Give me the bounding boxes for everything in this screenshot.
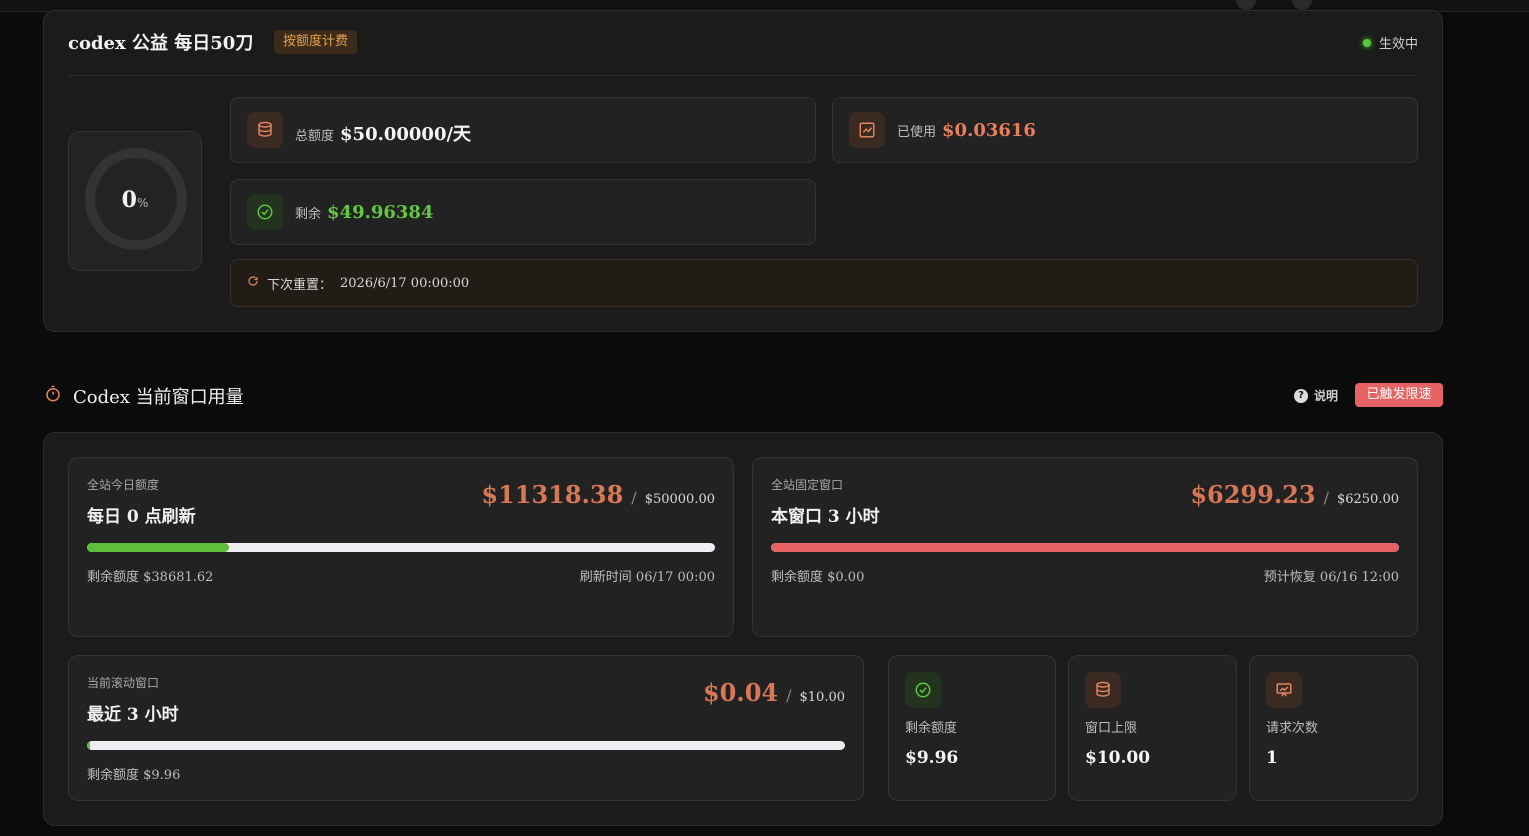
- refresh-icon: [247, 275, 259, 291]
- daily-remaining: 剩余额度 $38681.62: [87, 570, 214, 585]
- usage-percent: 0%: [121, 187, 149, 213]
- presentation-chart-icon: [1266, 672, 1302, 708]
- daily-quota-card: 全站今日额度 每日 0 点刷新 $11318.38 / $50000.00 剩余…: [68, 457, 734, 637]
- rolling-progress-bar: [87, 741, 845, 750]
- rolling-remaining: 剩余额度 $9.96: [87, 768, 181, 783]
- daily-used: $11318.38: [481, 480, 624, 509]
- total-quota-value: $50.00000/天: [340, 124, 472, 145]
- reset-label: 下次重置：: [267, 277, 333, 293]
- mini-stat-value: $9.96: [905, 748, 959, 768]
- check-circle-icon: [247, 194, 283, 230]
- mini-stat-value: $10.00: [1085, 748, 1151, 768]
- database-icon: [1085, 672, 1121, 708]
- rolling-total: $10.00: [799, 690, 846, 705]
- mini-stat-remaining: 剩余额度 $9.96: [888, 655, 1056, 801]
- help-button[interactable]: ? 说明: [1294, 387, 1338, 404]
- avatar[interactable]: [1236, 0, 1256, 10]
- help-label: 说明: [1314, 389, 1339, 403]
- fixed-total: $6250.00: [1336, 492, 1399, 507]
- fixed-recover-time: 预计恢复 06/16 12:00: [1263, 570, 1399, 585]
- total-quota-label: 总额度: [295, 129, 335, 144]
- rate-limit-badge: 已触发限速: [1355, 383, 1443, 407]
- used-card: 已使用 $0.03616: [832, 97, 1418, 163]
- fixed-remaining: 剩余额度 $0.00: [771, 570, 865, 585]
- status-indicator: 生效中: [1362, 33, 1418, 52]
- total-quota-card: 总额度 $50.00000/天: [230, 97, 816, 163]
- check-circle-icon: [905, 672, 941, 708]
- mini-stat-label: 窗口上限: [1085, 721, 1138, 736]
- daily-refresh-time: 刷新时间 06/17 00:00: [579, 570, 715, 585]
- used-value: $0.03616: [942, 120, 1036, 141]
- section-title: Codex 当前窗口用量: [73, 387, 244, 408]
- billing-tag: 按额度计费: [274, 30, 358, 54]
- mini-stat-value: 1: [1266, 748, 1278, 768]
- reset-time: 2026/6/17 00:00:00: [340, 275, 470, 291]
- fixed-window-card: 全站固定窗口 本窗口 3 小时 $6299.23 / $6250.00 剩余额度…: [752, 457, 1418, 637]
- trend-chart-icon: [849, 112, 885, 148]
- used-label: 已使用: [897, 125, 937, 140]
- remaining-label: 剩余: [295, 207, 322, 222]
- remaining-card: 剩余 $49.96384: [230, 179, 816, 245]
- mini-stat-label: 请求次数: [1266, 721, 1319, 736]
- plan-title: codex 公益 每日50刀: [68, 33, 254, 54]
- stopwatch-icon: [44, 385, 62, 407]
- rolling-title: 最近 3 小时: [87, 705, 179, 725]
- status-dot-icon: [1362, 38, 1371, 47]
- fixed-title: 本窗口 3 小时: [771, 507, 880, 527]
- usage-ring-card: 0%: [68, 131, 202, 271]
- rolling-used: $0.04: [702, 678, 779, 707]
- fixed-used: $6299.23: [1190, 480, 1316, 509]
- fixed-label: 全站固定窗口: [771, 478, 844, 492]
- question-icon: ?: [1294, 388, 1308, 403]
- plan-card: codex 公益 每日50刀 按额度计费 生效中 0% 总额度 $50.0000…: [43, 10, 1443, 332]
- next-reset-bar: 下次重置： 2026/6/17 00:00:00: [230, 259, 1418, 307]
- divider: [68, 75, 1418, 76]
- menu-icon[interactable]: [1292, 0, 1312, 10]
- rolling-label: 当前滚动窗口: [87, 676, 160, 690]
- daily-title: 每日 0 点刷新: [87, 507, 196, 527]
- rolling-window-card: 当前滚动窗口 最近 3 小时 $0.04 / $10.00 剩余额度 $9.96: [68, 655, 864, 801]
- mini-stat-limit: 窗口上限 $10.00: [1068, 655, 1237, 801]
- fixed-progress-bar: [771, 543, 1399, 552]
- remaining-value: $49.96384: [327, 202, 434, 223]
- daily-progress-bar: [87, 543, 715, 552]
- database-icon: [247, 112, 283, 148]
- status-text: 生效中: [1378, 37, 1418, 52]
- daily-total: $50000.00: [644, 492, 715, 507]
- mini-stat-label: 剩余额度: [905, 721, 958, 736]
- mini-stat-requests: 请求次数 1: [1249, 655, 1418, 801]
- daily-label: 全站今日额度: [87, 478, 160, 492]
- window-usage-card: 全站今日额度 每日 0 点刷新 $11318.38 / $50000.00 剩余…: [43, 432, 1443, 826]
